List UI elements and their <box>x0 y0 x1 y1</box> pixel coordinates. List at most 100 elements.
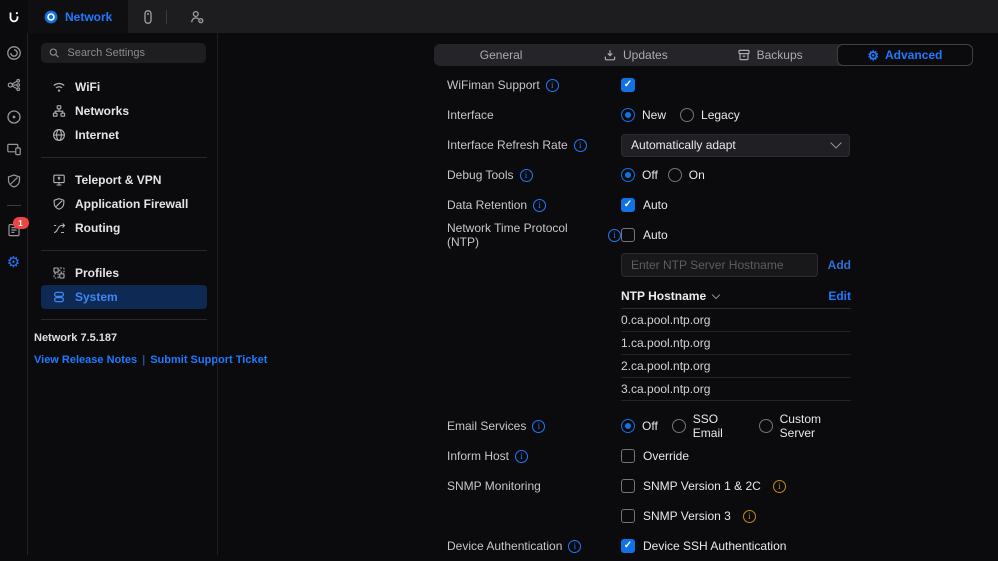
radio-label: SSO Email <box>692 412 723 440</box>
checkbox-label: SNMP Version 1 & 2C <box>643 479 761 493</box>
radio-option-legacy[interactable]: Legacy <box>680 108 740 122</box>
settings-search[interactable] <box>41 43 206 63</box>
device-ssh-authentication[interactable]: Device SSH Authentication <box>621 539 786 553</box>
edit-button[interactable]: Edit <box>828 289 851 303</box>
checkbox-icon <box>621 479 635 493</box>
radio-selected-icon <box>621 108 635 122</box>
data-retention-auto[interactable]: Auto <box>621 198 668 212</box>
network-app-tab[interactable]: Network <box>28 0 129 33</box>
info-icon[interactable] <box>608 228 621 242</box>
radio-icon <box>667 168 682 182</box>
controller-version: Network 7.5.187 <box>34 332 118 344</box>
row-data-retention: Data Retention Auto <box>447 190 851 220</box>
info-icon[interactable] <box>515 449 529 463</box>
sidebar-item-label: Application Firewall <box>75 197 189 211</box>
radio-option-off[interactable]: Off <box>621 412 658 440</box>
setting-label: Debug Tools <box>447 168 621 182</box>
radio-option-new[interactable]: New <box>621 108 666 122</box>
search-icon <box>49 48 59 58</box>
profiles-grid-icon <box>52 266 66 280</box>
view-release-notes-link[interactable]: View Release Notes <box>34 354 137 366</box>
topology-icon[interactable] <box>6 77 22 93</box>
checkbox-checked-icon <box>621 539 635 553</box>
add-button[interactable]: Add <box>828 258 851 272</box>
warning-info-icon[interactable] <box>772 479 786 493</box>
sidebar-item-wifi[interactable]: WiFi <box>41 75 207 99</box>
unifi-devices-icon[interactable] <box>6 109 22 125</box>
sidebar-item-label: Teleport & VPN <box>75 173 162 187</box>
setting-label: Interface Refresh Rate <box>447 138 621 152</box>
row-ntp: Network Time Protocol (NTP) Auto <box>447 220 851 250</box>
sidebar-item-networks[interactable]: Networks <box>41 99 207 123</box>
wifiman-checkbox[interactable] <box>621 78 635 92</box>
unifi-device-icon[interactable] <box>140 9 156 25</box>
label-text: Interface Refresh Rate <box>447 138 568 152</box>
link-separator: | <box>142 354 146 366</box>
snmp-v1-2c-checkbox[interactable]: SNMP Version 1 & 2C <box>621 479 786 493</box>
radio-option-on[interactable]: On <box>667 168 705 182</box>
row-ntp-add: Add <box>621 250 851 280</box>
snmp-v3-checkbox[interactable]: SNMP Version 3 <box>621 509 756 523</box>
radio-label: Custom Server <box>779 412 821 440</box>
warning-info-icon[interactable] <box>742 509 756 523</box>
ntp-hostname-value: 1.ca.pool.ntp.org <box>621 336 711 350</box>
tab-backups[interactable]: Backups <box>703 44 837 66</box>
radio-option-off[interactable]: Off <box>621 168 658 182</box>
settings-gear-icon[interactable] <box>6 254 22 270</box>
info-icon[interactable] <box>573 138 587 152</box>
app-rail: 1 <box>0 33 29 555</box>
ntp-hostname-column-header[interactable]: NTP Hostname <box>621 289 721 303</box>
search-input[interactable] <box>65 46 198 60</box>
tab-advanced[interactable]: Advanced <box>836 44 973 66</box>
networks-icon <box>52 104 66 118</box>
refresh-rate-select[interactable]: Automatically adapt <box>621 133 850 157</box>
radio-label: New <box>642 108 667 122</box>
label-text: Debug Tools <box>447 168 514 182</box>
radio-icon <box>671 419 686 433</box>
sidebar-item-internet[interactable]: Internet <box>41 123 207 147</box>
users-icon[interactable] <box>189 9 205 25</box>
checkbox-label: Auto <box>643 228 668 242</box>
routing-icon <box>52 221 66 235</box>
ntp-hostname-input[interactable] <box>621 253 818 277</box>
sidebar-item-profiles[interactable]: Profiles <box>41 261 207 285</box>
info-icon[interactable] <box>568 539 582 553</box>
radio-option-sso-email[interactable]: SSO Email <box>671 412 745 440</box>
ubiquiti-logo[interactable] <box>0 0 28 33</box>
table-row: 1.ca.pool.ntp.org <box>621 332 851 355</box>
clients-icon[interactable] <box>6 141 22 157</box>
tab-general[interactable]: General <box>434 44 568 66</box>
advanced-settings-form: WiFiman Support Interface New Legacy <box>447 70 851 561</box>
radio-label: Off <box>642 168 658 182</box>
email-services-radio-group: Off SSO Email Custom Server <box>621 412 851 440</box>
system-log-icon[interactable]: 1 <box>6 217 29 238</box>
tab-label: Advanced <box>885 48 943 62</box>
row-device-authentication: Device Authentication Device SSH Authent… <box>447 531 851 561</box>
sidebar-item-routing[interactable]: Routing <box>41 216 207 240</box>
main-panel: General Updates Backups ⚙ Advanced WiFim… <box>217 33 998 555</box>
info-icon[interactable] <box>519 168 533 182</box>
ntp-auto[interactable]: Auto <box>621 228 668 242</box>
insights-shield-icon[interactable] <box>6 173 22 189</box>
top-bar: Network <box>0 0 998 33</box>
radio-option-custom-server[interactable]: Custom Server <box>758 412 851 440</box>
dashboard-icon[interactable] <box>6 45 22 61</box>
sidebar-item-label: Routing <box>75 221 121 235</box>
info-icon[interactable] <box>532 419 546 433</box>
sidebar-item-application-firewall[interactable]: Application Firewall <box>41 192 207 216</box>
inform-host-override[interactable]: Override <box>621 449 689 463</box>
info-icon[interactable] <box>545 78 559 92</box>
teleport-vpn-icon <box>52 173 66 187</box>
checkbox-icon <box>621 509 635 523</box>
tab-label: Updates <box>623 48 668 62</box>
label-text: WiFiman Support <box>447 78 540 92</box>
tab-updates[interactable]: Updates <box>568 44 702 66</box>
info-icon[interactable] <box>533 198 547 212</box>
ntp-hostname-value: 2.ca.pool.ntp.org <box>621 359 711 373</box>
label-text: Email Services <box>447 419 527 433</box>
sidebar-item-teleport-vpn[interactable]: Teleport & VPN <box>41 168 207 192</box>
sidebar-item-label: Internet <box>75 128 120 142</box>
ntp-hostname-table: NTP Hostname Edit 0.ca.pool.ntp.org 1.ca… <box>621 284 851 401</box>
sidebar-item-system[interactable]: System <box>41 285 207 309</box>
sidebar-divider <box>41 319 207 320</box>
